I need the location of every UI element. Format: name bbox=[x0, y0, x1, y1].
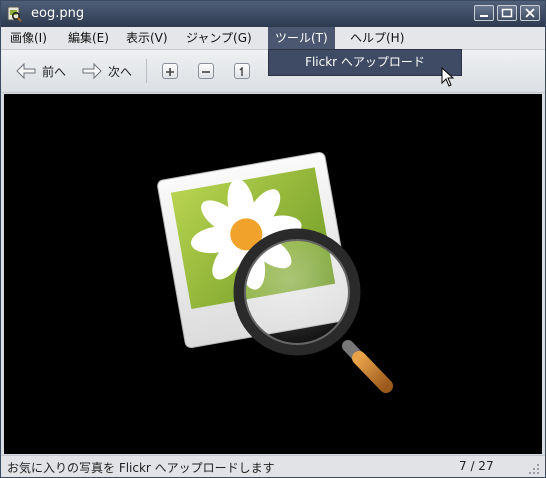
image-position: 7 / 27 bbox=[459, 459, 494, 473]
tools-dropdown-menu: Flickr へアップロード bbox=[268, 49, 462, 76]
previous-button[interactable]: 前へ bbox=[15, 60, 66, 82]
next-button[interactable]: 次へ bbox=[81, 60, 132, 82]
previous-label: 前へ bbox=[42, 64, 67, 79]
menu-view[interactable]: 表示(V) bbox=[126, 30, 168, 48]
arrow-right-icon bbox=[82, 62, 102, 80]
upload-to-flickr-menu-item[interactable]: Flickr へアップロード bbox=[269, 50, 461, 75]
next-label: 次へ bbox=[108, 64, 133, 79]
minimize-icon bbox=[480, 15, 488, 17]
close-button[interactable] bbox=[520, 5, 540, 21]
menu-tools[interactable]: ツール(T) bbox=[268, 27, 335, 49]
mouse-cursor-icon bbox=[441, 67, 455, 87]
zoom-in-button[interactable] bbox=[162, 63, 178, 79]
displayed-image bbox=[157, 152, 393, 393]
menu-edit[interactable]: 編集(E) bbox=[68, 30, 109, 48]
image-viewer-window: eog.png 画像(I) 編集(E) 表示(V) ジャンプ(G) ツール(T)… bbox=[0, 0, 546, 478]
title-bar[interactable]: eog.png bbox=[1, 1, 545, 27]
zoom-normal-icon bbox=[237, 66, 247, 76]
image-view[interactable] bbox=[4, 94, 542, 454]
window-title: eog.png bbox=[31, 6, 85, 21]
status-message: お気に入りの写真を Flickr へアップロードします bbox=[7, 461, 275, 475]
menu-go[interactable]: ジャンプ(G) bbox=[186, 30, 252, 48]
toolbar-separator bbox=[146, 59, 147, 83]
status-bar: お気に入りの写真を Flickr へアップロードします 7 / 27 bbox=[1, 455, 545, 477]
zoom-in-icon bbox=[165, 66, 175, 76]
menu-bar: 画像(I) 編集(E) 表示(V) ジャンプ(G) ツール(T) ヘルプ(H) bbox=[1, 27, 545, 50]
maximize-button[interactable] bbox=[497, 5, 517, 21]
menu-help[interactable]: ヘルプ(H) bbox=[350, 30, 404, 48]
zoom-out-button[interactable] bbox=[198, 63, 214, 79]
close-icon bbox=[525, 8, 535, 18]
resize-grip-icon[interactable] bbox=[527, 462, 541, 476]
zoom-out-icon bbox=[201, 66, 211, 76]
maximize-icon bbox=[501, 8, 513, 18]
app-icon[interactable] bbox=[6, 6, 22, 22]
arrow-left-icon bbox=[16, 62, 36, 80]
minimize-button[interactable] bbox=[474, 5, 494, 21]
zoom-normal-button[interactable] bbox=[234, 63, 250, 79]
menu-image[interactable]: 画像(I) bbox=[10, 30, 47, 48]
